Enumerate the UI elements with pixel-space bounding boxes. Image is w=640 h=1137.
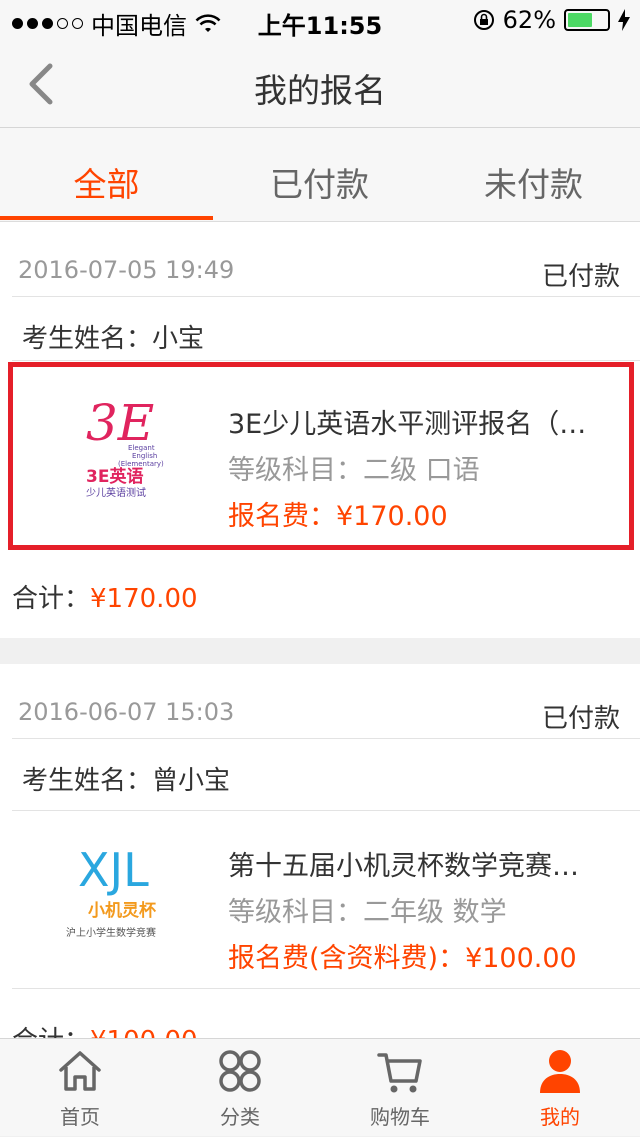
- svg-text:沪上小学生数学竞赛: 沪上小学生数学竞赛: [66, 926, 156, 939]
- item-level: 等级科目：二年级 数学: [228, 897, 507, 928]
- home-icon: [59, 1051, 101, 1091]
- rotation-lock-icon: [473, 10, 494, 30]
- svg-text:小机灵杯: 小机灵杯: [88, 900, 156, 921]
- item-fee: 报名费：¥170.00: [228, 501, 448, 532]
- status-right: 62%: [473, 6, 630, 34]
- cart-icon: [377, 1053, 422, 1093]
- tab-category[interactable]: 分类: [160, 1039, 320, 1137]
- tab-mine[interactable]: 我的: [480, 1039, 640, 1137]
- category-icon: [219, 1050, 261, 1092]
- user-icon: [540, 1050, 580, 1093]
- svg-text:3E英语: 3E英语: [86, 466, 143, 487]
- nav-bar: 我的报名: [0, 40, 640, 128]
- item-level: 等级科目：二级 口语: [228, 455, 480, 486]
- tab-home[interactable]: 首页: [0, 1039, 160, 1137]
- tab-bar-filter: 全部 已付款 未付款: [0, 128, 640, 222]
- divider: [12, 810, 640, 811]
- divider: [12, 738, 640, 739]
- page-title: 我的报名: [254, 71, 386, 110]
- order-date: 2016-06-07 15:03: [18, 698, 235, 726]
- order-status: 已付款: [541, 262, 620, 292]
- bottom-tab-bar: 首页 分类 购物车 我的: [0, 1038, 640, 1136]
- status-bar: 中国电信 上午11:55 62%: [0, 0, 640, 40]
- order-total: 合计：¥170.00: [12, 578, 198, 615]
- tab-unpaid[interactable]: 未付款: [427, 158, 640, 206]
- total-amount: ¥170.00: [90, 584, 198, 614]
- logo-text: XJL: [78, 843, 149, 897]
- tab-label: 首页: [60, 1105, 100, 1129]
- order-card: 2016-06-07 15:03 已付款 考生姓名：曾小宝 XJL 小机灵杯 沪…: [0, 664, 640, 1056]
- order-status: 已付款: [541, 704, 620, 734]
- svg-text:English: English: [132, 452, 157, 460]
- item-fee: 报名费(含资料费)：¥100.00: [228, 943, 577, 974]
- student-name: 考生姓名：小宝: [22, 324, 205, 354]
- 3e-english-logo: 3E Elegant English (Elementary) 3E英语 少儿英…: [50, 392, 200, 502]
- item-title[interactable]: 3E少儿英语水平测评报名（…: [228, 402, 608, 441]
- charging-icon: [618, 9, 630, 31]
- tab-cart[interactable]: 购物车: [320, 1039, 480, 1137]
- tab-paid[interactable]: 已付款: [213, 158, 426, 206]
- item-title[interactable]: 第十五届小机灵杯数学竞赛…: [228, 844, 608, 883]
- order-card: 2016-07-05 19:49 已付款 考生姓名：小宝 3E Elegant …: [0, 222, 640, 638]
- tab-label: 分类: [220, 1105, 260, 1129]
- student-name: 考生姓名：曾小宝: [22, 766, 231, 796]
- svg-text:少儿英语测试: 少儿英语测试: [86, 486, 146, 499]
- battery-icon: [564, 9, 610, 31]
- tab-all[interactable]: 全部: [0, 158, 213, 206]
- divider: [12, 360, 640, 361]
- tab-label: 我的: [540, 1105, 580, 1129]
- xjl-logo: XJL 小机灵杯 沪上小学生数学竞赛: [50, 842, 200, 952]
- total-label: 合计：: [12, 584, 91, 614]
- battery-percent: 62%: [502, 6, 556, 34]
- active-tab-indicator: [0, 216, 213, 220]
- divider: [12, 296, 640, 297]
- order-date: 2016-07-05 19:49: [18, 256, 235, 284]
- tab-label: 购物车: [370, 1105, 430, 1129]
- divider: [12, 988, 640, 989]
- svg-text:Elegant: Elegant: [128, 444, 155, 452]
